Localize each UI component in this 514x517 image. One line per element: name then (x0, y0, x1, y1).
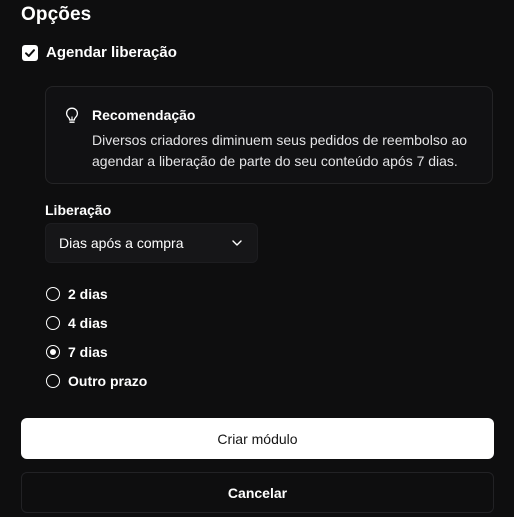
radio-button[interactable] (46, 286, 60, 301)
radio-option-4-dias[interactable]: 4 dias (46, 308, 147, 337)
radio-option-7-dias[interactable]: 7 dias (46, 337, 147, 366)
radio-button-selected[interactable] (46, 344, 60, 359)
radio-option-label: Outro prazo (68, 372, 148, 389)
recommendation-title: Recomendação (92, 107, 196, 123)
lightbulb-icon (65, 107, 79, 123)
recommendation-card: Recomendação Diversos criadores diminuem… (45, 86, 493, 184)
radio-option-2-dias[interactable]: 2 dias (46, 279, 147, 308)
schedule-release-checkbox-row[interactable]: Agendar liberação (22, 44, 177, 61)
section-title: Opções (21, 4, 92, 25)
radio-option-label: 7 dias (68, 343, 108, 360)
radio-option-label: 4 dias (68, 314, 108, 331)
create-module-button[interactable]: Criar módulo (21, 418, 494, 459)
recommendation-text: Diversos criadores diminuem seus pedidos… (92, 132, 468, 169)
radio-option-outro-prazo[interactable]: Outro prazo (46, 366, 147, 395)
checkmark-icon (25, 48, 35, 57)
release-select-value: Dias após a compra (59, 235, 184, 251)
release-days-radio-group: 2 dias 4 dias 7 dias Outro prazo (46, 279, 147, 395)
chevron-down-icon (232, 240, 242, 246)
schedule-release-checkbox[interactable] (22, 44, 38, 61)
cancel-button[interactable]: Cancelar (21, 472, 494, 513)
radio-option-label: 2 dias (68, 285, 108, 302)
radio-button[interactable] (46, 315, 60, 330)
release-select[interactable]: Dias após a compra (45, 223, 258, 263)
radio-button[interactable] (46, 373, 60, 388)
release-label: Liberação (45, 202, 112, 218)
schedule-release-label: Agendar liberação (46, 44, 177, 61)
